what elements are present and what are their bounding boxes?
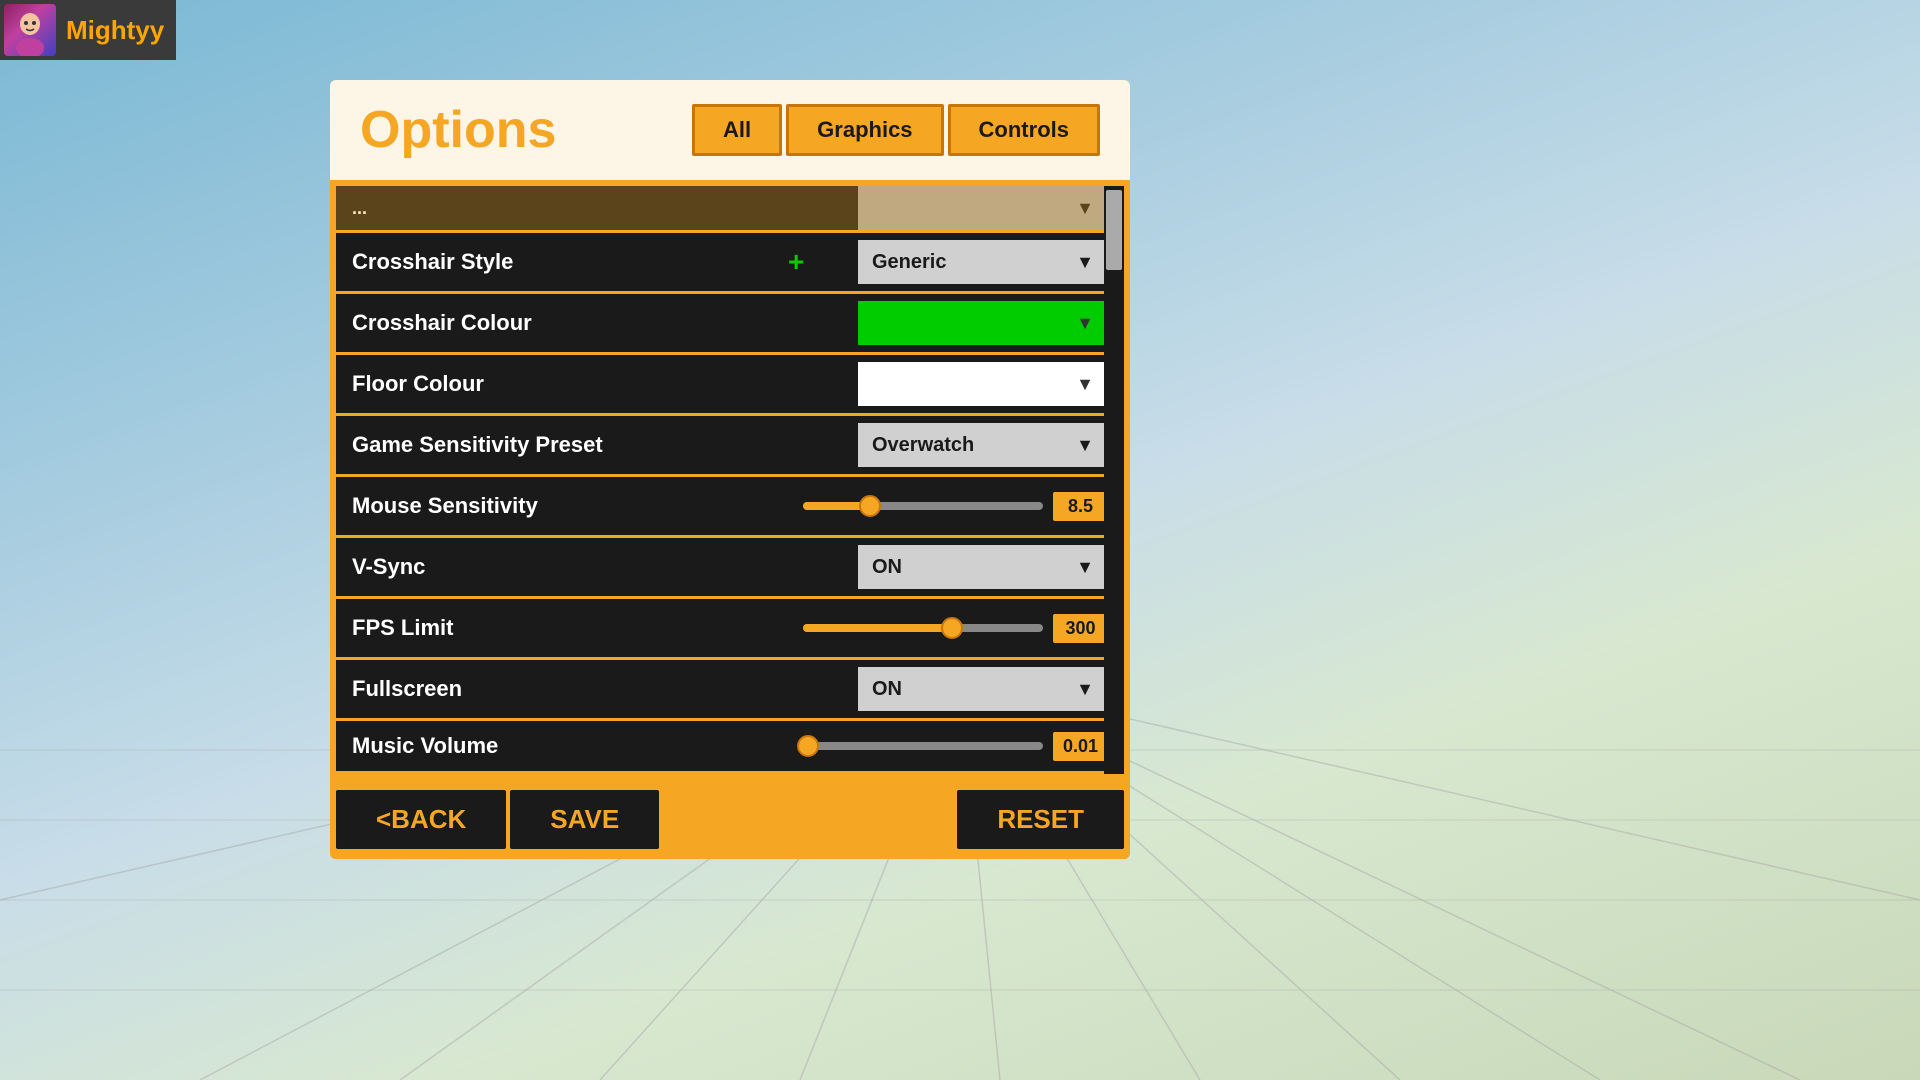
fullscreen-row: Fullscreen ON ▼ <box>336 660 1124 718</box>
mouse-sensitivity-row: Mouse Sensitivity 8.5 <box>336 477 1124 535</box>
crosshair-colour-control: ▼ <box>772 301 1108 345</box>
partial-row: ... ▼ <box>336 186 1124 230</box>
music-volume-track[interactable] <box>803 742 1043 750</box>
partial-label: ... <box>352 198 772 219</box>
floor-colour-label: Floor Colour <box>352 371 772 397</box>
scrollbar[interactable] <box>1104 186 1124 774</box>
reset-button[interactable]: RESET <box>957 790 1124 849</box>
mouse-sensitivity-value: 8.5 <box>1053 492 1108 521</box>
fps-limit-fill <box>803 624 952 632</box>
game-sensitivity-preset-label: Game Sensitivity Preset <box>352 432 772 458</box>
vsync-dropdown[interactable]: ON ▼ <box>858 545 1108 589</box>
music-volume-control: 0.01 <box>772 732 1108 761</box>
fullscreen-dropdown[interactable]: ON ▼ <box>858 667 1108 711</box>
floor-colour-dropdown[interactable]: ▼ <box>858 362 1108 406</box>
save-button[interactable]: SAVE <box>510 790 659 849</box>
fps-limit-label: FPS Limit <box>352 615 772 641</box>
crosshair-colour-label: Crosshair Colour <box>352 310 772 336</box>
back-button[interactable]: <BACK <box>336 790 506 849</box>
chevron-down-icon: ▼ <box>1076 679 1094 700</box>
vsync-control: ON ▼ <box>772 545 1108 589</box>
crosshair-colour-row: Crosshair Colour ▼ <box>336 294 1124 352</box>
vsync-row: V-Sync ON ▼ <box>336 538 1124 596</box>
dialog-content: ... ▼ Crosshair Style + Generic ▼ <box>330 180 1130 780</box>
options-dialog: Options All Graphics Controls ... ▼ Cro <box>330 80 1130 859</box>
music-volume-row: Music Volume 0.01 <box>336 721 1124 771</box>
music-volume-thumb[interactable] <box>797 735 819 757</box>
fullscreen-label: Fullscreen <box>352 676 772 702</box>
fps-limit-slider-container: 300 <box>772 614 1108 643</box>
game-sensitivity-preset-row: Game Sensitivity Preset Overwatch ▼ <box>336 416 1124 474</box>
game-sensitivity-preset-dropdown[interactable]: Overwatch ▼ <box>858 423 1108 467</box>
crosshair-style-dropdown[interactable]: Generic ▼ <box>858 240 1108 284</box>
floor-colour-row: Floor Colour ▼ <box>336 355 1124 413</box>
settings-list: ... ▼ Crosshair Style + Generic ▼ <box>336 186 1124 774</box>
mouse-sensitivity-slider-container: 8.5 <box>772 492 1108 521</box>
dialog-title: Options <box>360 100 556 160</box>
music-volume-value: 0.01 <box>1053 732 1108 761</box>
chevron-down-icon: ▼ <box>1076 557 1094 578</box>
floor-colour-control: ▼ <box>772 362 1108 406</box>
music-volume-slider-container: 0.01 <box>772 732 1108 761</box>
chevron-down-icon: ▼ <box>1076 252 1094 273</box>
tab-controls[interactable]: Controls <box>948 104 1100 156</box>
dialog-header: Options All Graphics Controls <box>330 80 1130 180</box>
mouse-sensitivity-control: 8.5 <box>772 492 1108 521</box>
tab-graphics[interactable]: Graphics <box>786 104 943 156</box>
music-volume-label: Music Volume <box>352 733 772 759</box>
fps-limit-row: FPS Limit 300 <box>336 599 1124 657</box>
mouse-sensitivity-thumb[interactable] <box>859 495 881 517</box>
chevron-down-icon: ▼ <box>1076 435 1094 456</box>
avatar <box>4 4 56 56</box>
game-sensitivity-preset-control: Overwatch ▼ <box>772 423 1108 467</box>
crosshair-style-control: Generic ▼ <box>808 240 1108 284</box>
dialog-footer: <BACK SAVE RESET <box>330 780 1130 859</box>
crosshair-plus-icon: + <box>788 246 804 278</box>
scrollbar-thumb[interactable] <box>1106 190 1122 270</box>
vsync-label: V-Sync <box>352 554 772 580</box>
tab-group: All Graphics Controls <box>692 104 1100 156</box>
partial-control: ▼ <box>772 186 1108 230</box>
fps-limit-thumb[interactable] <box>941 617 963 639</box>
user-bar: Mightyy <box>0 0 176 60</box>
crosshair-style-label: Crosshair Style <box>352 249 772 275</box>
crosshair-style-row: Crosshair Style + Generic ▼ <box>336 233 1124 291</box>
username: Mightyy <box>66 15 164 46</box>
mouse-sensitivity-track[interactable] <box>803 502 1043 510</box>
chevron-down-icon: ▼ <box>1076 374 1094 395</box>
crosshair-colour-dropdown[interactable]: ▼ <box>858 301 1108 345</box>
chevron-down-icon: ▼ <box>1076 313 1094 334</box>
fps-limit-control: 300 <box>772 614 1108 643</box>
mouse-sensitivity-label: Mouse Sensitivity <box>352 493 772 519</box>
tab-all[interactable]: All <box>692 104 782 156</box>
fps-limit-track[interactable] <box>803 624 1043 632</box>
fps-limit-value: 300 <box>1053 614 1108 643</box>
fullscreen-control: ON ▼ <box>772 667 1108 711</box>
